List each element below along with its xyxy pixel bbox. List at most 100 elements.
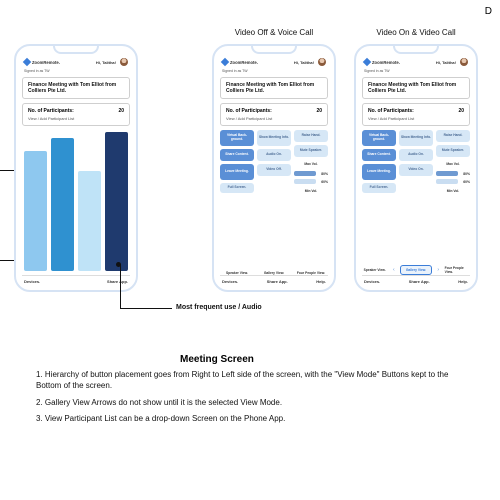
video-on-button[interactable]: Video On. xyxy=(399,164,433,176)
show-info-button[interactable]: Show Meeting Info. xyxy=(399,130,433,146)
raise-hand-button[interactable]: Raise Hand. xyxy=(294,130,328,142)
callout-line xyxy=(120,308,172,309)
app-logo: ZoomRemote. xyxy=(24,59,60,65)
participants-label: No. of Participants: xyxy=(368,108,414,114)
gallery-view-button-selected[interactable]: Gallery View. xyxy=(400,265,431,275)
signed-in-text: Signed in as TW xyxy=(220,69,328,75)
bar-1 xyxy=(24,151,47,271)
meeting-title-card: Finance Meeting with Tom Elliot from Col… xyxy=(362,77,470,99)
participants-count: 20 xyxy=(316,108,322,114)
logo-icon xyxy=(23,58,31,66)
chevron-left-icon[interactable]: ‹ xyxy=(390,267,397,274)
avatar[interactable] xyxy=(318,58,326,66)
bottom-share[interactable]: Share App. xyxy=(409,279,430,284)
share-content-button[interactable]: Share Content. xyxy=(362,149,396,161)
mute-speaker-button[interactable]: Mute Speaker. xyxy=(436,145,470,157)
callout-line-vert xyxy=(120,264,121,308)
meeting-title-card: Finance Meeting with Tom Elliot from Col… xyxy=(22,77,130,99)
mute-speaker-button[interactable]: Mute Speaker. xyxy=(294,145,328,157)
participants-card[interactable]: No. of Participants: 20 View / Add Partic… xyxy=(220,103,328,126)
greeting-text: Hi, Talitha! xyxy=(96,60,116,65)
phone-notch xyxy=(53,46,99,54)
vol-60: 60% xyxy=(463,180,470,184)
bottom-share[interactable]: Share App. xyxy=(107,279,128,284)
avatar[interactable] xyxy=(460,58,468,66)
min-vol-label: Min Vol. xyxy=(294,187,328,195)
leave-meeting-button[interactable]: Leave Meeting. xyxy=(220,164,254,180)
speaker-view-button[interactable]: Speaker View. xyxy=(362,268,387,272)
view-participants-link[interactable]: View / Add Participant List xyxy=(368,116,464,121)
leave-meeting-button[interactable]: Leave Meeting. xyxy=(362,164,396,180)
meeting-title: Finance Meeting with Tom Elliot from Col… xyxy=(368,82,464,94)
four-people-view-button[interactable]: Four People View. xyxy=(445,266,470,274)
phone-mockup-bars: ZoomRemote. Hi, Talitha! Signed in as TW… xyxy=(14,44,138,292)
audio-on-button[interactable]: Audio On. xyxy=(399,149,433,161)
app-logo: ZoomRemote. xyxy=(222,59,258,65)
design-notes: 1. Hierarchy of button placement goes fr… xyxy=(36,370,466,431)
callout-line xyxy=(0,260,14,261)
participants-label: No. of Participants: xyxy=(226,108,272,114)
avatar[interactable] xyxy=(120,58,128,66)
meeting-title-card: Finance Meeting with Tom Elliot from Col… xyxy=(220,77,328,99)
bar-hierarchy xyxy=(22,128,130,275)
virtual-bg-button[interactable]: Virtual Back-ground. xyxy=(362,130,396,146)
bottom-help[interactable]: Help. xyxy=(316,279,326,284)
controls-grid: Virtual Back-ground. Share Content. Leav… xyxy=(220,128,328,269)
greeting-text: Hi, Talitha! xyxy=(436,60,456,65)
bottom-devices[interactable]: Devices. xyxy=(24,279,40,284)
participants-count: 20 xyxy=(118,108,124,114)
app-logo: ZoomRemote. xyxy=(364,59,400,65)
vol-80: 80% xyxy=(321,172,328,176)
section-title: Meeting Screen xyxy=(180,354,254,365)
max-vol-label: Max Vol. xyxy=(294,160,328,168)
vol-bar[interactable] xyxy=(436,171,458,176)
signed-in-text: Signed in as TW xyxy=(22,69,130,75)
bottom-help[interactable]: Help. xyxy=(458,279,468,284)
participants-card[interactable]: No. of Participants: 20 View / Add Parti… xyxy=(22,103,130,126)
vol-bar[interactable] xyxy=(294,171,316,176)
view-participants-link[interactable]: View / Add Participant List xyxy=(28,116,124,121)
note-1: 1. Hierarchy of button placement goes fr… xyxy=(36,370,466,392)
note-3: 3. View Participant List can be a drop-d… xyxy=(36,414,466,425)
full-screen-button[interactable]: Full Screen. xyxy=(362,183,396,193)
signed-in-text: Signed in as TW xyxy=(362,69,470,75)
vol-80: 80% xyxy=(463,172,470,176)
callout-line xyxy=(0,170,14,171)
bottom-devices[interactable]: Devices. xyxy=(364,279,380,284)
video-off-button[interactable]: Video Off. xyxy=(257,164,291,176)
note-2: 2. Gallery View Arrows do not show until… xyxy=(36,398,466,409)
participants-count: 20 xyxy=(458,108,464,114)
brand-text: ZoomRemote. xyxy=(372,60,400,65)
vol-60: 60% xyxy=(321,180,328,184)
greeting-text: Hi, Talitha! xyxy=(294,60,314,65)
controls-grid: Virtual Back-ground. Share Content. Leav… xyxy=(362,128,470,263)
bar-4 xyxy=(105,132,128,271)
brand-text: ZoomRemote. xyxy=(32,60,60,65)
view-participants-link[interactable]: View / Add Participant List xyxy=(226,116,322,121)
show-info-button[interactable]: Show Meeting Info. xyxy=(257,130,291,146)
max-vol-label: Max Vol. xyxy=(436,160,470,168)
logo-icon xyxy=(221,58,229,66)
share-content-button[interactable]: Share Content. xyxy=(220,149,254,161)
meeting-title: Finance Meeting with Tom Elliot from Col… xyxy=(226,82,322,94)
phone-notch xyxy=(393,46,439,54)
bar-2 xyxy=(51,138,74,271)
full-screen-button[interactable]: Full Screen. xyxy=(220,183,254,193)
phone-notch xyxy=(251,46,297,54)
chevron-right-icon[interactable]: › xyxy=(435,267,442,274)
virtual-bg-button[interactable]: Virtual Back-ground. xyxy=(220,130,254,146)
vol-bar[interactable] xyxy=(294,179,316,184)
bottom-devices[interactable]: Devices. xyxy=(222,279,238,284)
brand-text: ZoomRemote. xyxy=(230,60,258,65)
audio-on-button[interactable]: Audio On. xyxy=(257,149,291,161)
page-marker: D xyxy=(485,6,492,17)
bar-3 xyxy=(78,171,101,271)
phone-mockup-video-off: ZoomRemote. Hi, Talitha! Signed in as TW… xyxy=(212,44,336,292)
vol-bar[interactable] xyxy=(436,179,458,184)
min-vol-label: Min Vol. xyxy=(436,187,470,195)
column-label-video-off: Video Off & Voice Call xyxy=(212,28,336,37)
phone-mockup-video-on: ZoomRemote. Hi, Talitha! Signed in as TW… xyxy=(354,44,478,292)
participants-card[interactable]: No. of Participants: 20 View / Add Partic… xyxy=(362,103,470,126)
raise-hand-button[interactable]: Raise Hand. xyxy=(436,130,470,142)
bottom-share[interactable]: Share App. xyxy=(267,279,288,284)
